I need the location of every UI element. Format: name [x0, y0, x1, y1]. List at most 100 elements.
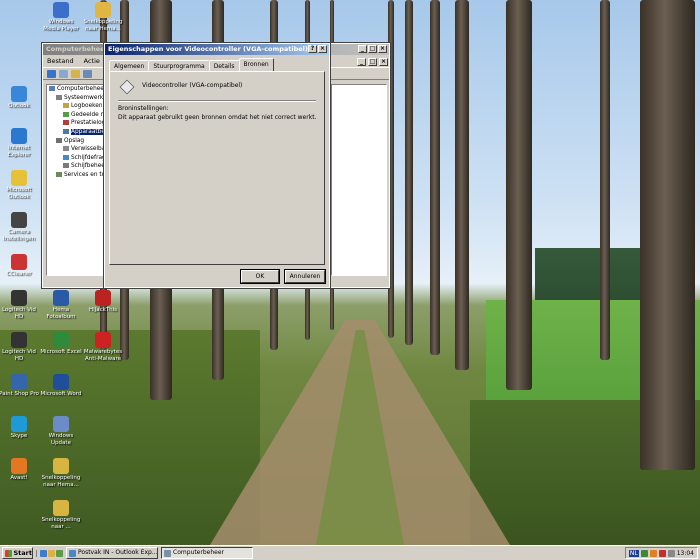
desktop-icon-label: Paint Shop Pro [0, 391, 39, 397]
app-icon [11, 86, 27, 102]
dialog-titlebar[interactable]: Eigenschappen voor Videocontroller (VGA-… [105, 44, 329, 55]
tree-node-label: Gedeelde mappen [71, 111, 103, 118]
app-icon [95, 332, 111, 348]
ie-quicklaunch-icon[interactable] [40, 549, 47, 557]
security-icon[interactable] [658, 549, 666, 557]
minimize-button[interactable]: _ [358, 45, 367, 53]
tree-node-icon [56, 171, 62, 177]
divider [118, 100, 316, 102]
child-minimize-button[interactable]: _ [357, 58, 366, 66]
desktop-icon[interactable]: Paint Shop Pro [0, 374, 40, 398]
desktop-icon[interactable]: Windows Update [40, 416, 82, 446]
start-button[interactable]: Start [2, 547, 33, 559]
maximize-button[interactable]: □ [368, 45, 377, 53]
desktop-quicklaunch-icon[interactable] [48, 549, 55, 557]
app-icon [95, 290, 111, 306]
desktop-icon[interactable]: Microsoft Outlook [0, 170, 40, 200]
menu-bestand[interactable]: Bestand [47, 55, 74, 67]
desktop-icon[interactable]: CCleaner [0, 254, 40, 278]
child-close-button[interactable]: × [379, 58, 388, 66]
tree-node[interactable]: Verwisselbare opslag [47, 145, 103, 154]
desktop-icon[interactable]: Logitech Vid HD [0, 290, 40, 320]
tree-trunk [405, 0, 413, 345]
desktop-icon[interactable]: Malwarebytes Anti-Malware [82, 332, 124, 362]
tab-stuurprogramma[interactable]: Stuurprogramma [148, 60, 210, 71]
show-tree-icon[interactable] [83, 70, 92, 78]
desktop-icon[interactable]: Skype [0, 416, 40, 440]
up-folder-icon[interactable] [71, 70, 80, 78]
network-icon[interactable] [640, 549, 648, 557]
ok-button[interactable]: OK [240, 269, 280, 284]
tree-node-label: Services en toepassingen [64, 171, 103, 178]
desktop-icon[interactable]: Snelkoppeling naar ... [40, 500, 82, 530]
app-icon [53, 2, 69, 18]
tree-node[interactable]: Services en toepassingen [47, 171, 103, 180]
desktop-icon[interactable]: Snelkoppeling naar Hema... [82, 2, 124, 32]
desktop-icon[interactable]: HiJackThis [82, 290, 124, 314]
desktop-icon-label: Snelkoppeling naar Hema... [41, 475, 81, 488]
tree-node-icon [63, 163, 69, 169]
app-icon [53, 290, 69, 306]
tree-trunk [506, 0, 532, 390]
task-outlook-express[interactable]: Postvak IN - Outlook Exp... [66, 547, 158, 559]
desktop-icon-label: Hema Fotoalbum [46, 307, 76, 320]
app-icon [11, 416, 27, 432]
tree-node[interactable]: Opslag [47, 137, 103, 146]
tree-node[interactable]: Schijfbeheer [47, 162, 103, 171]
outlook-express-icon [69, 549, 76, 557]
windows-flag-icon [5, 549, 12, 557]
tab-bronnen[interactable]: Bronnen [238, 58, 274, 71]
language-indicator[interactable]: NL [628, 549, 639, 557]
tree-node[interactable]: Logboeken [47, 102, 103, 111]
desktop-icon[interactable]: Hema Fotoalbum [40, 290, 82, 320]
desktop-icon-label: Logitech Vid HD [2, 349, 36, 362]
tree-node-icon [63, 146, 69, 152]
tree-node-label: Schijfdefragmentatie [71, 154, 103, 161]
tree-node-icon [56, 137, 62, 143]
tree-node-icon [56, 94, 62, 100]
forward-arrow-icon[interactable] [59, 70, 68, 78]
desktop-icon[interactable]: Snelkoppeling naar Hema... [40, 458, 82, 488]
tree-node-label: Systeemwerkset [64, 94, 104, 101]
close-button[interactable]: × [378, 45, 387, 53]
desktop-icon[interactable]: Outlook [0, 86, 40, 110]
tab-algemeen[interactable]: Algemeen [109, 60, 150, 71]
desktop-icon[interactable]: Microsoft Excel [40, 332, 82, 356]
tree-node[interactable]: Schijfdefragmentatie [47, 154, 103, 163]
volume-icon[interactable] [667, 549, 675, 557]
computer-management-icon [164, 549, 171, 557]
desktop-icon-label: Malwarebytes Anti-Malware [83, 349, 123, 362]
desktop-icon[interactable]: Windows Media Player [40, 2, 82, 32]
computerbeheer-title: Computerbeheer [46, 45, 108, 53]
tree-node[interactable]: Computerbeheer (lokaal) [47, 85, 103, 94]
back-arrow-icon[interactable] [47, 70, 56, 78]
outlook-quicklaunch-icon[interactable] [56, 549, 63, 557]
desktop-icon[interactable]: Microsoft Word [40, 374, 82, 398]
menu-actie[interactable]: Actie [84, 55, 100, 67]
app-icon [11, 458, 27, 474]
tree-node-label: Verwisselbare opslag [71, 146, 103, 153]
desktop-icon-label: Snelkoppeling naar Hema... [83, 19, 123, 32]
desktop-icon-label: HiJackThis [88, 307, 118, 313]
app-icon [11, 254, 27, 270]
desktop-icon[interactable]: Internet Explorer [0, 128, 40, 158]
dialog-close-button[interactable]: × [318, 45, 327, 53]
antivirus-icon[interactable] [649, 549, 657, 557]
tree-node[interactable]: Apparaatbeheer [47, 128, 103, 137]
app-icon [53, 500, 69, 516]
tree-node[interactable]: Prestatielogboeken [47, 119, 103, 128]
desktop-icon[interactable]: Logitech Vid HD [0, 332, 40, 362]
desktop-icon-label: Logitech Vid HD [2, 307, 36, 320]
task-computerbeheer[interactable]: Computerbeheer [161, 547, 253, 559]
desktop-icon-label: Windows Media Player [43, 19, 79, 32]
desktop-icon-label: Snelkoppeling naar ... [41, 517, 81, 530]
desktop-icon[interactable]: Avast! [0, 458, 40, 482]
tab-details[interactable]: Details [208, 60, 240, 71]
tree-node[interactable]: Gedeelde mappen [47, 111, 103, 120]
tree-node[interactable]: Systeemwerkset [47, 94, 103, 103]
cancel-button[interactable]: Annuleren [284, 269, 326, 284]
desktop-icon-label: Microsoft Outlook [6, 187, 32, 200]
help-button[interactable]: ? [308, 45, 317, 53]
child-restore-button[interactable]: □ [368, 58, 377, 66]
desktop-icon[interactable]: Camera Instellingen [0, 212, 40, 242]
